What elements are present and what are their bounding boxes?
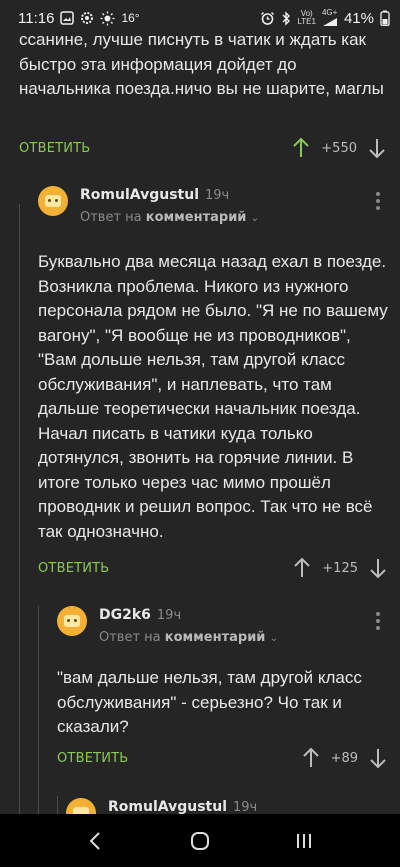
vote-controls: +125 — [292, 557, 388, 579]
status-temperature: 16° — [121, 11, 140, 25]
chevron-down-icon[interactable]: ⌄ — [270, 633, 278, 644]
battery-percent: 41% — [343, 9, 374, 27]
recents-icon[interactable] — [293, 830, 315, 852]
comment-meta: DG2k6 19ч Ответ на комментарий ⌄ — [99, 606, 368, 645]
reply-button[interactable]: ОТВЕТИТЬ — [57, 751, 128, 766]
reply-to-target[interactable]: комментарий — [146, 210, 247, 225]
navigation-bar — [0, 814, 400, 867]
reply-button[interactable]: ОТВЕТИТЬ — [19, 141, 90, 156]
network-label: Vo) LTE1 — [297, 9, 316, 26]
upvote-icon[interactable] — [291, 137, 311, 159]
username[interactable]: RomulAvgustul — [108, 799, 227, 814]
downvote-icon[interactable] — [368, 557, 388, 579]
thread-line — [19, 204, 20, 814]
comment: ссанине, лучше писнуть в чатик и ждать к… — [19, 36, 387, 102]
vote-count: +125 — [322, 560, 358, 576]
upvote-icon[interactable] — [301, 747, 321, 769]
status-time: 11:16 — [18, 9, 55, 27]
comment-meta: RomulAvgustul 19ч Ответ на комментарий ⌄ — [80, 186, 368, 225]
reply-to-prefix: Ответ на — [80, 210, 142, 225]
downvote-icon[interactable] — [368, 747, 388, 769]
status-bar: 11:16 16° Vo) LTE1 4G+ 41% — [0, 0, 400, 36]
comment-actions: ОТВЕТИТЬ +89 — [57, 744, 388, 772]
vote-controls: +550 — [291, 137, 387, 159]
reply-to[interactable]: Ответ на комментарий ⌄ — [80, 210, 368, 225]
reply-button[interactable]: ОТВЕТИТЬ — [38, 561, 109, 576]
home-icon[interactable] — [189, 830, 211, 852]
avatar[interactable] — [66, 798, 96, 814]
comment: RomulAvgustul 19ч Ответ на комментарий ⌄ … — [38, 186, 388, 544]
comment-header: DG2k6 19ч Ответ на комментарий ⌄ — [57, 606, 388, 645]
thread-line — [38, 606, 39, 814]
downvote-icon[interactable] — [367, 137, 387, 159]
vote-count: +89 — [330, 750, 358, 766]
more-icon[interactable] — [368, 186, 388, 210]
battery-icon — [380, 10, 390, 26]
thread-line — [57, 796, 58, 814]
back-icon[interactable] — [85, 830, 107, 852]
comment-text: Буквально два месяца назад ехал в поезде… — [38, 252, 388, 541]
chevron-down-icon[interactable]: ⌄ — [251, 213, 259, 224]
upvote-icon[interactable] — [292, 557, 312, 579]
comment: RomulAvgustul 19ч — [66, 798, 386, 814]
comment-header: RomulAvgustul 19ч Ответ на комментарий ⌄ — [38, 186, 388, 225]
alarm-icon — [260, 11, 275, 26]
avatar[interactable] — [57, 606, 87, 636]
comments-feed[interactable]: ссанине, лучше писнуть в чатик и ждать к… — [0, 36, 400, 814]
comment: DG2k6 19ч Ответ на комментарий ⌄ "вам дал… — [57, 606, 388, 740]
comment-text: ссанине, лучше писнуть в чатик и ждать к… — [19, 36, 384, 98]
settings-icon — [80, 11, 94, 25]
comment-time: 19ч — [233, 800, 258, 814]
sun-icon — [100, 11, 115, 26]
reply-to-prefix: Ответ на — [99, 630, 161, 645]
comment-time: 19ч — [156, 608, 182, 623]
comment-time: 19ч — [205, 188, 230, 203]
comment-actions: ОТВЕТИТЬ +550 — [19, 134, 387, 162]
username[interactable]: RomulAvgustul — [80, 187, 199, 203]
comment-actions: ОТВЕТИТЬ +125 — [38, 554, 388, 582]
vote-count: +550 — [321, 140, 357, 156]
comment-text: "вам дальше нельзя, там другой класс обс… — [57, 668, 362, 736]
bluetooth-icon — [281, 10, 291, 26]
reply-to[interactable]: Ответ на комментарий ⌄ — [99, 630, 368, 645]
gallery-icon — [60, 11, 75, 25]
vote-controls: +89 — [301, 747, 388, 769]
more-icon[interactable] — [368, 606, 388, 630]
reply-to-target[interactable]: комментарий — [165, 630, 266, 645]
signal-icon: 4G+ — [322, 9, 338, 27]
username[interactable]: DG2k6 — [99, 607, 151, 623]
avatar[interactable] — [38, 186, 68, 216]
